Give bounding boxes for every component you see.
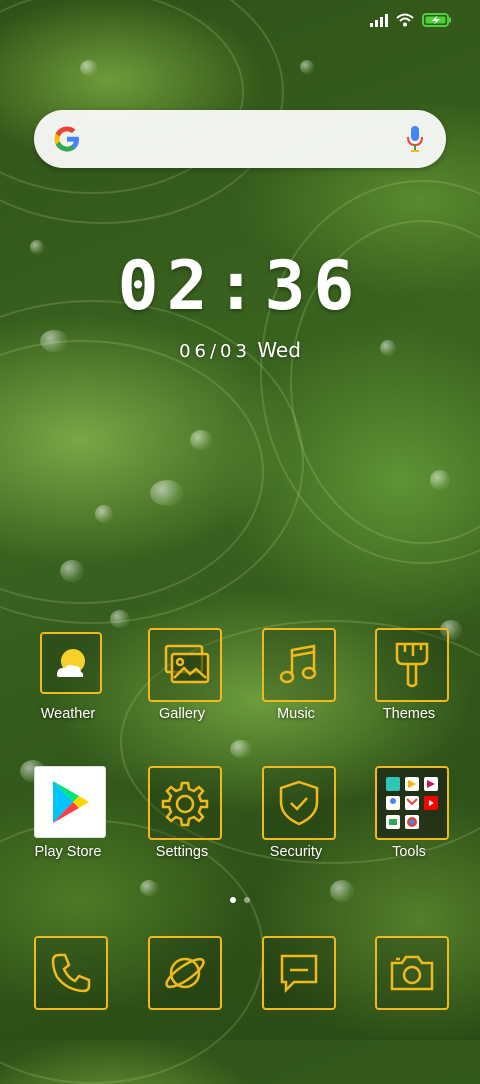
dock-browser[interactable] bbox=[132, 936, 232, 1016]
camera-icon bbox=[375, 936, 449, 1010]
play-store-icon bbox=[34, 766, 106, 838]
google-search-bar[interactable] bbox=[34, 110, 446, 168]
app-gallery[interactable]: Gallery bbox=[132, 628, 232, 738]
weather-sun-cloud-icon bbox=[40, 632, 102, 694]
app-label: Gallery bbox=[159, 706, 205, 722]
app-settings[interactable]: Settings bbox=[132, 766, 232, 876]
phone-icon bbox=[34, 936, 108, 1010]
app-play-store[interactable]: Play Store bbox=[18, 766, 118, 876]
status-bar bbox=[370, 8, 452, 32]
gear-icon bbox=[148, 766, 222, 840]
page-indicator[interactable] bbox=[0, 897, 480, 903]
shield-check-icon bbox=[262, 766, 336, 840]
app-label: Settings bbox=[155, 844, 209, 860]
app-label: Music bbox=[277, 706, 315, 722]
wifi-icon bbox=[396, 13, 414, 27]
messages-icon bbox=[262, 936, 336, 1010]
app-themes[interactable]: Themes bbox=[359, 628, 459, 738]
dock-camera[interactable] bbox=[359, 936, 459, 1016]
page-dot bbox=[244, 897, 250, 903]
page-dot-active bbox=[230, 897, 236, 903]
app-tools-folder[interactable]: Tools bbox=[359, 766, 459, 876]
app-label: Security bbox=[269, 844, 323, 860]
date-weekday: Wed bbox=[257, 338, 301, 362]
tools-folder-icon bbox=[375, 766, 449, 840]
app-music[interactable]: Music bbox=[246, 628, 346, 738]
paintbrush-icon bbox=[375, 628, 449, 702]
clock-time[interactable]: 02:36 bbox=[0, 252, 480, 322]
dock-messages[interactable] bbox=[246, 936, 346, 1016]
google-g-icon bbox=[54, 126, 79, 152]
gallery-images-icon bbox=[148, 628, 222, 702]
app-security[interactable]: Security bbox=[246, 766, 346, 876]
signal-bars-icon bbox=[370, 13, 388, 27]
app-weather[interactable]: Weather bbox=[18, 628, 118, 738]
battery-charging-icon bbox=[422, 13, 451, 27]
app-label: Play Store bbox=[34, 844, 102, 860]
app-label: Themes bbox=[382, 706, 436, 722]
clock-date[interactable]: 06/03 Wed bbox=[0, 338, 480, 362]
dock-phone[interactable] bbox=[18, 936, 118, 1016]
music-note-icon bbox=[262, 628, 336, 702]
app-label: Weather bbox=[40, 706, 96, 722]
microphone-icon[interactable] bbox=[406, 124, 424, 154]
browser-planet-icon bbox=[148, 936, 222, 1010]
date-numeric: 06/03 bbox=[179, 341, 251, 362]
app-label: Tools bbox=[392, 844, 426, 860]
